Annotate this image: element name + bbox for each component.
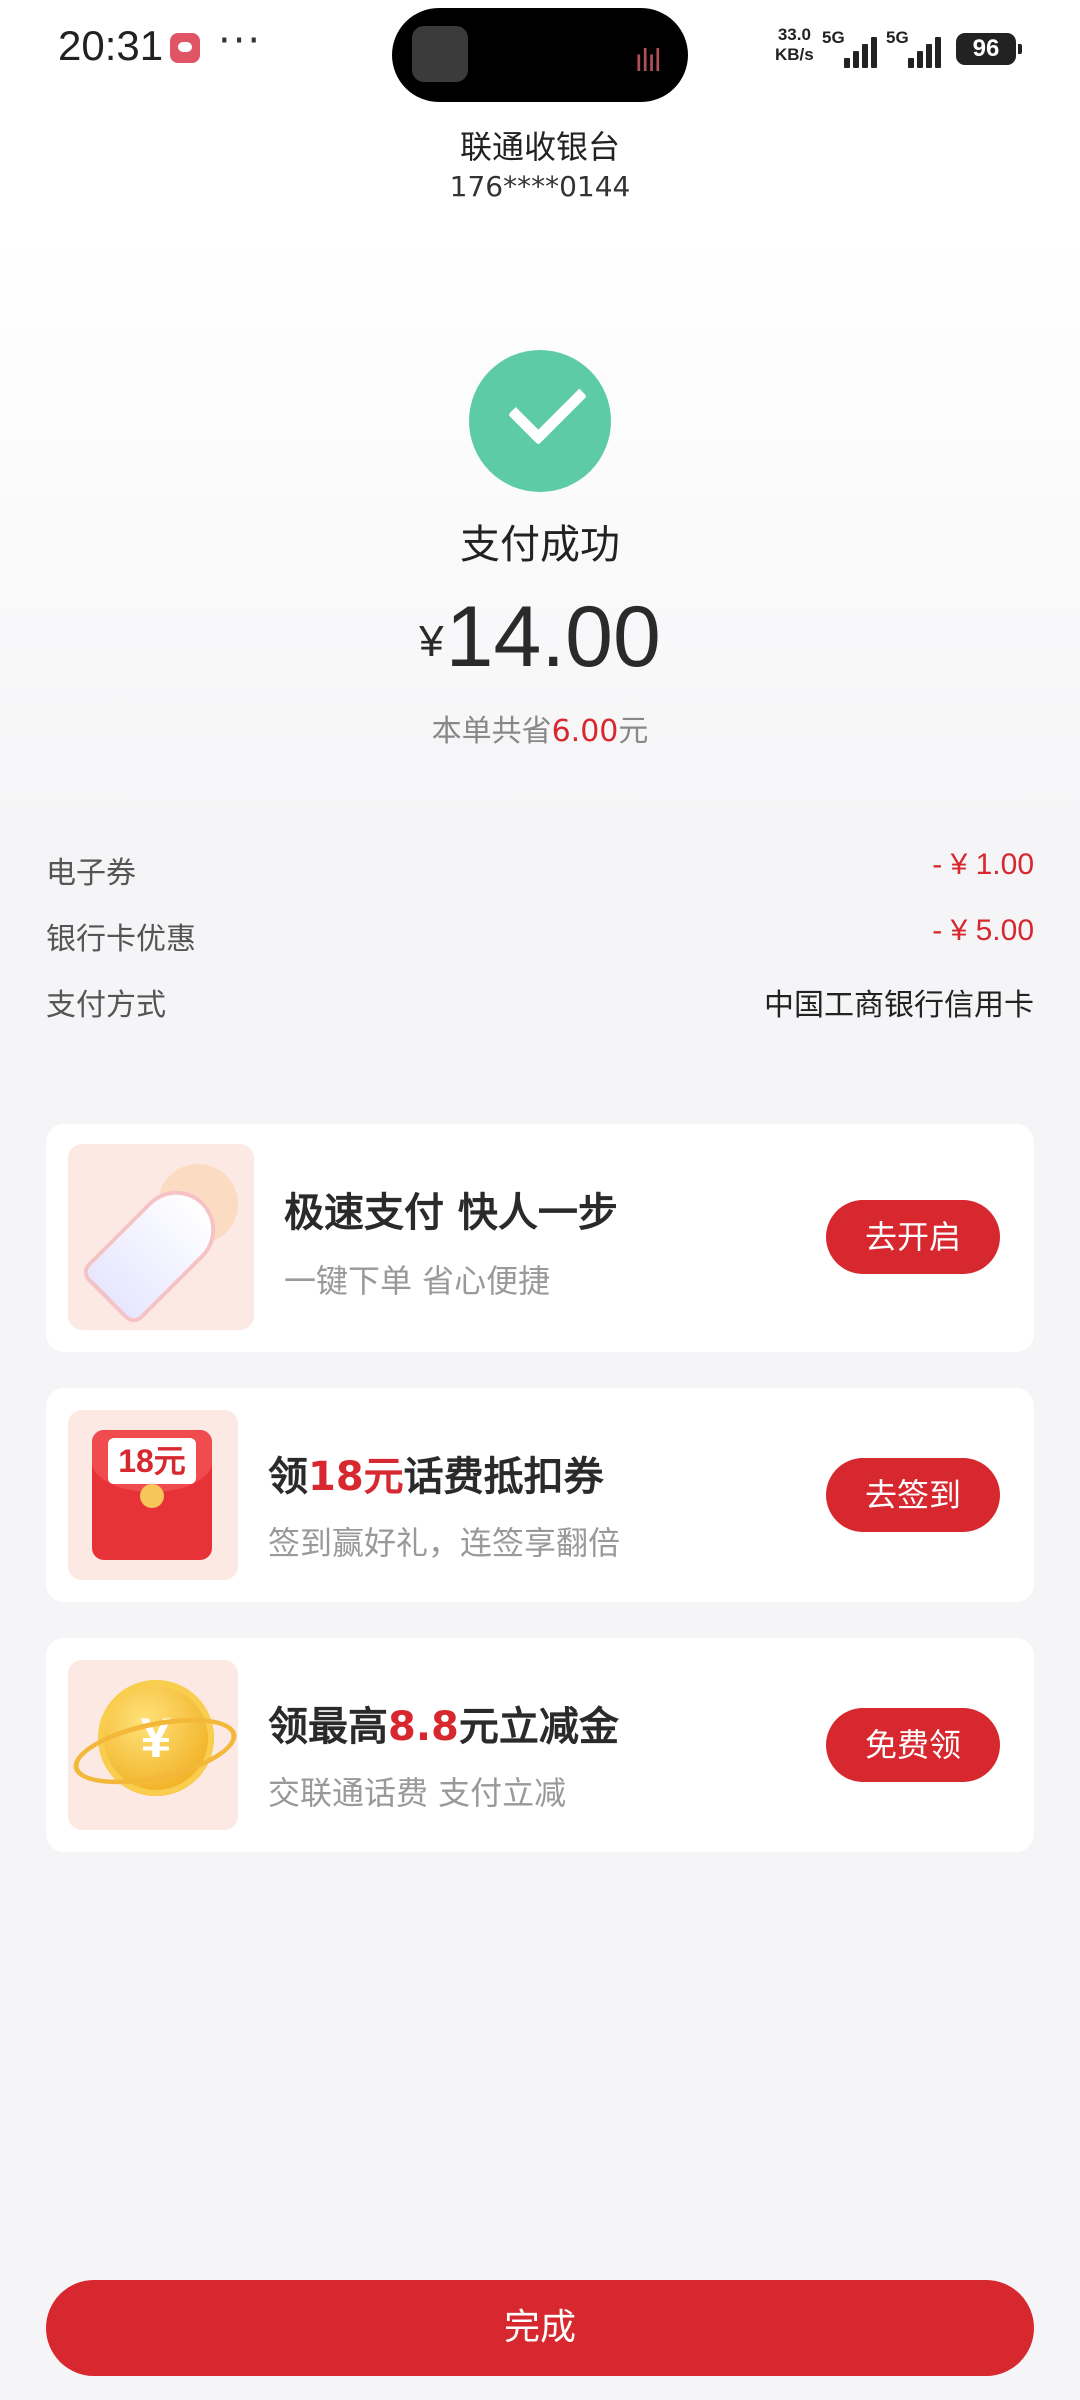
detail-label: 电子券: [46, 856, 136, 891]
detail-label: 银行卡优惠: [46, 922, 196, 957]
more-notifications-icon: ···: [218, 18, 263, 64]
checkin-button[interactable]: 去签到: [826, 1458, 1000, 1532]
rocket-icon: [68, 1144, 254, 1330]
saving-summary: 本单共省6.00元: [0, 706, 1080, 750]
promo-title-prefix: 领最高: [268, 1704, 388, 1750]
payment-status: 支付成功: [460, 522, 620, 568]
audio-wave-icon: ılıl: [634, 44, 662, 79]
promo-title-highlight: 8.8: [388, 1704, 459, 1750]
red-envelope-icon: 18元: [68, 1410, 238, 1580]
page-header: 联通收银台 176****0144: [0, 110, 1080, 230]
account-number: 176****0144: [449, 170, 631, 203]
network-speed-value: 33.0: [777, 25, 811, 44]
detail-value: - ¥ 1.00: [932, 848, 1034, 881]
sim1-label: 5G: [822, 28, 845, 47]
promo-title-prefix: 领: [268, 1454, 308, 1500]
promo-subtitle: 交联通话费 支付立减: [268, 1774, 567, 1812]
saving-prefix: 本单共省: [431, 714, 552, 749]
detail-row-payment-method: 支付方式 中国工商银行信用卡: [46, 980, 1034, 1030]
network-speed-unit: KB/s: [775, 45, 814, 64]
detail-row-bank-discount: 银行卡优惠 - ¥ 5.00: [46, 914, 1034, 964]
enable-button[interactable]: 去开启: [826, 1200, 1000, 1274]
promo-title: 领最高8.8元立减金: [268, 1694, 619, 1752]
promo-title: 极速支付 快人一步: [284, 1190, 618, 1236]
saving-suffix: 元: [618, 714, 649, 749]
payment-amount: ¥14.00: [0, 588, 1080, 687]
media-thumbnail-icon: [412, 26, 468, 82]
sim2-signal-icon: 5G: [886, 28, 966, 68]
amount-value: 14.00: [445, 589, 661, 685]
saving-value: 6.00: [551, 714, 619, 749]
gold-coin-icon: ¥: [68, 1660, 238, 1830]
done-button[interactable]: 完成: [46, 2280, 1034, 2376]
network-speed: 33.0 KB/s: [775, 25, 814, 65]
success-check-icon: [469, 350, 611, 492]
promo-card-checkin[interactable]: 18元 领18元话费抵扣券 签到赢好礼，连签享翻倍 去签到: [46, 1388, 1034, 1602]
promo-title-highlight: 18元: [308, 1454, 404, 1500]
promo-card-fast-pay[interactable]: 极速支付 快人一步 一键下单 省心便捷 去开启: [46, 1124, 1034, 1352]
envelope-label: 18元: [108, 1438, 196, 1484]
promo-title-suffix: 话费抵扣券: [403, 1454, 604, 1500]
status-time: 20:31: [58, 22, 164, 69]
promo-subtitle: 签到赢好礼，连签享翻倍: [268, 1524, 621, 1562]
promo-title: 领18元话费抵扣券: [268, 1444, 604, 1502]
promo-title-suffix: 元立减金: [458, 1704, 619, 1750]
dynamic-island[interactable]: ılıl: [392, 8, 688, 102]
sim2-label: 5G: [886, 28, 909, 47]
status-bar: 20:31 ··· ılıl 33.0 KB/s 5G 5G 96: [0, 0, 1080, 110]
currency-symbol: ¥: [419, 617, 444, 666]
detail-value: 中国工商银行信用卡: [764, 988, 1034, 1023]
promo-card-discount[interactable]: ¥ 领最高8.8元立减金 交联通话费 支付立减 免费领: [46, 1638, 1034, 1852]
detail-label: 支付方式: [46, 988, 166, 1023]
app-notification-icon: [170, 33, 200, 63]
free-claim-button[interactable]: 免费领: [826, 1708, 1000, 1782]
merchant-name: 联通收银台: [459, 128, 620, 166]
detail-value: - ¥ 5.00: [932, 914, 1034, 947]
detail-row-coupon: 电子券 - ¥ 1.00: [46, 848, 1034, 898]
battery-icon: 96: [956, 33, 1022, 65]
promo-subtitle: 一键下单 省心便捷: [284, 1262, 551, 1300]
